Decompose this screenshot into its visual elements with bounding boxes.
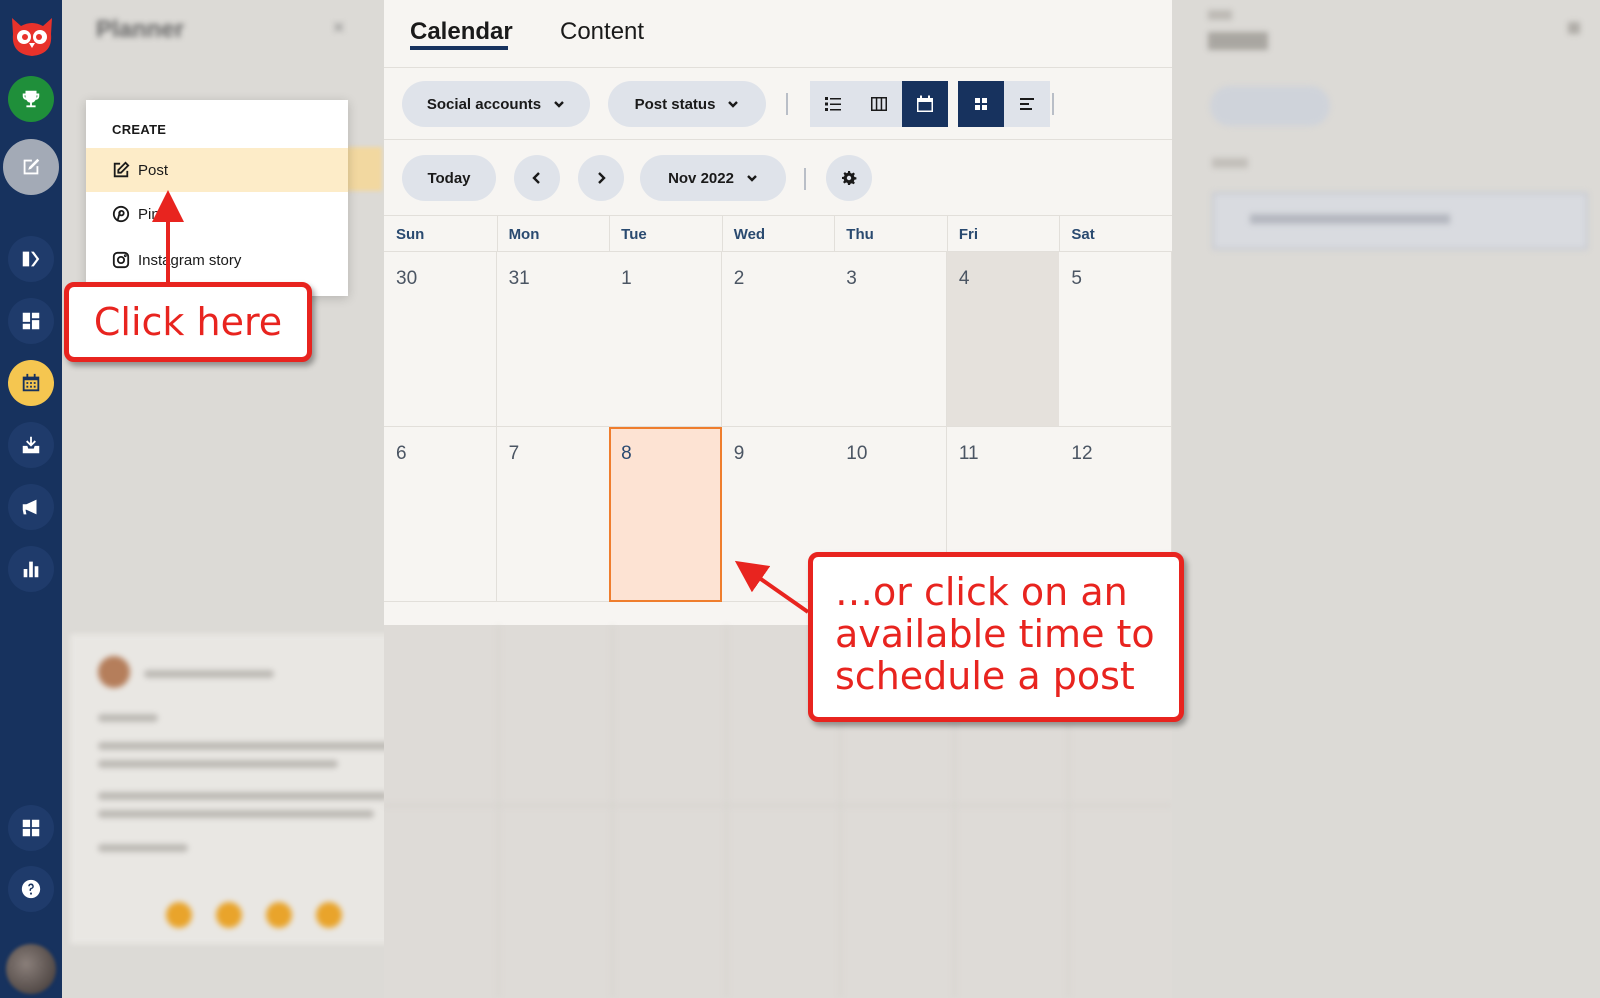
analytics-icon[interactable] [8, 546, 54, 592]
day-cell-30[interactable]: 30 [384, 252, 497, 427]
day-cell-5[interactable]: 5 [1059, 252, 1173, 427]
day-number: 1 [621, 268, 632, 289]
chevron-down-icon [554, 101, 564, 108]
view-mode-switch [810, 81, 948, 127]
callout-click-here: Click here [64, 282, 312, 362]
compose-icon[interactable] [3, 139, 59, 195]
planner-post-preview-card [70, 634, 414, 944]
create-pin-item[interactable]: Pin [86, 192, 348, 236]
weekday-mon: Mon [508, 226, 540, 243]
close-icon[interactable]: ✕ [332, 18, 345, 38]
weekday-header: Sun Mon Tue Wed Thu Fri Sat [384, 216, 1172, 252]
instagram-icon [112, 251, 130, 269]
create-post-item[interactable]: Post [86, 148, 348, 192]
user-avatar[interactable] [6, 944, 56, 994]
compact-density-icon[interactable] [1004, 81, 1050, 127]
chevron-down-icon [747, 175, 757, 182]
day-number: 2 [733, 268, 745, 289]
left-nav-rail [0, 0, 62, 998]
create-heading: CREATE [112, 122, 167, 137]
weekday-tue: Tue [621, 226, 647, 243]
day-number: 4 [958, 268, 970, 289]
day-cell-6[interactable]: 6 [384, 427, 497, 602]
day-number: 12 [1071, 443, 1093, 464]
create-pin-label: Pin [138, 205, 160, 223]
day-number: 30 [396, 268, 418, 289]
list-view-icon[interactable] [810, 81, 856, 127]
apps-icon[interactable] [8, 805, 54, 851]
planner-title: Planner [96, 16, 185, 43]
date-navigation: Today Nov 2022 [384, 140, 1172, 216]
details-panel [1172, 0, 1600, 998]
weekday-sat: Sat [1071, 226, 1095, 243]
view-tabs: Calendar Content [384, 0, 1172, 68]
day-number: 3 [846, 268, 857, 289]
gear-icon [842, 171, 857, 185]
previous-month-button[interactable] [514, 155, 560, 201]
create-post-label: Post [138, 161, 169, 179]
trophy-icon[interactable] [8, 76, 54, 122]
day-number: 5 [1071, 268, 1082, 289]
day-number: 10 [846, 443, 868, 464]
avatar [98, 656, 130, 688]
create-instagram-story-item[interactable]: Instagram story [86, 238, 348, 282]
pinterest-icon [112, 205, 130, 223]
megaphone-icon[interactable] [8, 484, 54, 530]
week-view-icon[interactable] [856, 81, 902, 127]
chevron-down-icon [728, 101, 739, 108]
close-icon[interactable] [1568, 22, 1580, 34]
tab-content[interactable]: Content [560, 18, 644, 46]
calendar-icon[interactable] [8, 360, 54, 406]
day-cell-31[interactable]: 31 [496, 252, 610, 427]
weekday-wed: Wed [733, 226, 766, 243]
chevron-left-icon [532, 172, 540, 184]
filter-toolbar: Social accounts Post status [384, 68, 1172, 140]
day-cell-1[interactable]: 1 [609, 252, 723, 427]
day-number: 9 [733, 443, 745, 464]
today-button[interactable]: Today [402, 155, 496, 201]
planner-highlight-strip [342, 147, 382, 191]
day-number: 6 [396, 443, 407, 464]
weekday-thu: Thu [846, 226, 874, 243]
grid-density-icon[interactable] [958, 81, 1004, 127]
weekday-sun: Sun [396, 226, 425, 243]
day-cell-4[interactable]: 4 [946, 252, 1060, 427]
weekday-fri: Fri [958, 226, 979, 243]
dashboard-icon[interactable] [8, 298, 54, 344]
next-month-button[interactable] [578, 155, 624, 201]
density-switch [958, 81, 1050, 127]
day-cell-2[interactable]: 2 [721, 252, 835, 427]
active-tab-underline [410, 46, 508, 50]
social-accounts-dropdown[interactable]: Social accounts [402, 81, 590, 127]
tab-calendar[interactable]: Calendar [410, 18, 513, 46]
day-cell-8[interactable]: 8 [609, 427, 723, 602]
day-cell-3[interactable]: 3 [834, 252, 948, 427]
day-cell-7[interactable]: 7 [496, 427, 610, 602]
month-view-icon[interactable] [902, 81, 948, 127]
inbox-icon[interactable] [8, 422, 54, 468]
day-number: 8 [621, 443, 632, 464]
compose-icon [113, 161, 130, 178]
create-dropdown-menu: CREATE Post Pin Instagram story [86, 100, 348, 296]
create-instagram-story-label: Instagram story [138, 251, 242, 269]
help-icon[interactable] [8, 866, 54, 912]
calendar-main: Calendar Content Social accounts Post st… [384, 0, 1173, 998]
calendar-settings-button[interactable] [826, 155, 872, 201]
streams-icon[interactable] [8, 236, 54, 282]
month-picker-dropdown[interactable]: Nov 2022 [640, 155, 786, 201]
chevron-right-icon [598, 172, 606, 184]
post-status-dropdown[interactable]: Post status [608, 81, 766, 127]
day-number: 7 [508, 443, 520, 464]
day-number: 31 [508, 268, 530, 289]
day-number: 11 [958, 443, 979, 464]
callout-or-click: …or click on an available time to schedu… [808, 552, 1184, 722]
owl-logo-icon[interactable] [7, 10, 57, 60]
